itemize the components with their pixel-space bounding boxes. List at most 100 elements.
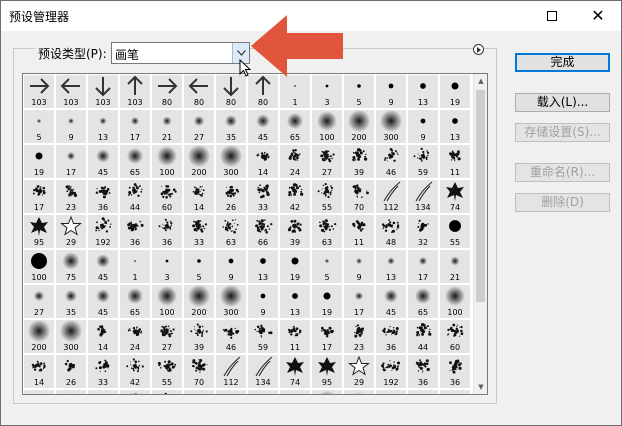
brush-preset-cell[interactable]: 45 xyxy=(88,250,118,283)
brush-preset-cell[interactable]: 13 xyxy=(248,250,278,283)
brush-preset-cell[interactable]: 112 xyxy=(216,355,246,388)
brush-preset-cell[interactable]: 9 xyxy=(248,285,278,318)
brush-preset-cell[interactable]: 11 xyxy=(184,390,214,394)
brush-preset-cell[interactable]: 65 xyxy=(408,285,438,318)
brush-preset-cell[interactable]: 36 xyxy=(88,180,118,213)
brush-preset-cell[interactable]: 11 xyxy=(280,320,310,353)
brush-preset-cell[interactable]: 1 xyxy=(120,250,150,283)
brush-preset-cell[interactable]: 74 xyxy=(280,355,310,388)
brush-preset-cell[interactable]: 3 xyxy=(312,75,342,108)
brush-preset-cell[interactable]: 21 xyxy=(440,250,470,283)
brush-preset-cell[interactable]: 17 xyxy=(312,320,342,353)
brush-preset-cell[interactable]: 63 xyxy=(312,215,342,248)
brush-preset-cell[interactable]: 100 xyxy=(440,285,470,318)
brush-preset-cell[interactable]: 112 xyxy=(376,180,406,213)
vertical-scrollbar[interactable]: ▲ ▼ xyxy=(473,74,487,394)
brush-preset-cell[interactable]: 200 xyxy=(184,285,214,318)
brush-preset-cell[interactable]: 59 xyxy=(248,320,278,353)
brush-preset-cell[interactable]: 95 xyxy=(24,215,54,248)
rename-button[interactable]: 重命名(R)... xyxy=(515,163,610,182)
brush-preset-cell[interactable]: 14 xyxy=(184,180,214,213)
brush-preset-cell[interactable]: 19 xyxy=(24,145,54,178)
brush-preset-cell[interactable]: 39 xyxy=(184,320,214,353)
brush-preset-cell[interactable]: 80 xyxy=(216,75,246,108)
brush-preset-cell[interactable]: 300 xyxy=(216,145,246,178)
brush-preset-cell[interactable]: 17 xyxy=(344,285,374,318)
brush-preset-cell[interactable]: 95 xyxy=(312,355,342,388)
brush-preset-cell[interactable]: 103 xyxy=(24,75,54,108)
brush-preset-cell[interactable]: 5 xyxy=(344,75,374,108)
brush-preset-cell[interactable]: 103 xyxy=(120,75,150,108)
brush-preset-cell[interactable]: 32 xyxy=(408,215,438,248)
brush-preset-cell[interactable]: 134 xyxy=(408,180,438,213)
brush-preset-cell[interactable]: 44 xyxy=(408,320,438,353)
brush-preset-cell[interactable]: 1 xyxy=(408,390,438,394)
brush-preset-cell[interactable]: 33 xyxy=(184,215,214,248)
brush-preset-cell[interactable]: 39 xyxy=(120,390,150,394)
preset-type-dropdown[interactable]: 画笔 xyxy=(111,42,250,64)
done-button[interactable]: 完成 xyxy=(515,53,610,72)
brush-preset-cell[interactable]: 27 xyxy=(184,110,214,143)
brush-preset-cell[interactable]: 55 xyxy=(312,180,342,213)
brush-preset-cell[interactable]: 14 xyxy=(248,145,278,178)
brush-preset-cell[interactable]: 300 xyxy=(216,285,246,318)
brush-preset-cell[interactable]: 70 xyxy=(184,355,214,388)
brush-preset-cell[interactable]: 3 xyxy=(440,390,470,394)
brush-preset-cell[interactable]: 45 xyxy=(376,285,406,318)
save-set-button[interactable]: 存储设置(S)... xyxy=(515,123,610,142)
brush-preset-cell[interactable]: 200 xyxy=(344,110,374,143)
brush-preset-cell[interactable]: 103 xyxy=(88,75,118,108)
brush-preset-cell[interactable]: 9 xyxy=(376,75,406,108)
brush-preset-cell[interactable]: 55 xyxy=(280,390,310,394)
brush-preset-cell[interactable]: 33 xyxy=(248,180,278,213)
brush-preset-cell[interactable]: 5 xyxy=(184,250,214,283)
brush-preset-cell[interactable]: 5 xyxy=(24,110,54,143)
brush-preset-cell[interactable]: 100 xyxy=(152,145,182,178)
brush-preset-cell[interactable]: 70 xyxy=(344,180,374,213)
brush-preset-cell[interactable]: 103 xyxy=(56,75,86,108)
brush-preset-cell[interactable]: 11 xyxy=(344,215,374,248)
brush-preset-cell[interactable]: 100 xyxy=(152,285,182,318)
brush-preset-cell[interactable]: 192 xyxy=(376,355,406,388)
brush-preset-cell[interactable]: 80 xyxy=(152,75,182,108)
brush-preset-cell[interactable]: 13 xyxy=(376,250,406,283)
brush-preset-cell[interactable]: 134 xyxy=(248,355,278,388)
brush-preset-cell[interactable]: 26 xyxy=(56,355,86,388)
brush-preset-cell[interactable]: 17 xyxy=(24,180,54,213)
brush-preset-cell[interactable]: 17 xyxy=(408,250,438,283)
brush-preset-cell[interactable]: 63 xyxy=(152,390,182,394)
brush-preset-cell[interactable]: 55 xyxy=(152,355,182,388)
brush-preset-cell[interactable]: 200 xyxy=(24,320,54,353)
brush-preset-cell[interactable]: 23 xyxy=(56,180,86,213)
brush-preset-cell[interactable]: 100 xyxy=(312,390,342,394)
maximize-button[interactable] xyxy=(529,1,575,31)
brush-preset-cell[interactable]: 26 xyxy=(216,180,246,213)
brush-preset-cell[interactable]: 19 xyxy=(440,75,470,108)
brush-preset-cell[interactable]: 300 xyxy=(56,320,86,353)
brush-preset-cell[interactable]: 13 xyxy=(280,285,310,318)
brush-preset-cell[interactable]: 29 xyxy=(344,355,374,388)
brush-preset-cell[interactable]: 14 xyxy=(88,320,118,353)
brush-preset-cell[interactable]: 17 xyxy=(56,145,86,178)
brush-preset-cell[interactable]: 80 xyxy=(248,75,278,108)
brush-preset-cell[interactable]: 75 xyxy=(56,250,86,283)
panel-menu-icon[interactable] xyxy=(473,44,484,55)
brush-preset-cell[interactable]: 33 xyxy=(88,355,118,388)
brush-preset-cell[interactable]: 66 xyxy=(88,390,118,394)
brush-preset-cell[interactable]: 9 xyxy=(344,250,374,283)
brush-preset-cell[interactable]: 36 xyxy=(376,320,406,353)
brush-preset-cell[interactable]: 29 xyxy=(56,215,86,248)
load-button[interactable]: 载入(L)... xyxy=(515,93,610,112)
brush-preset-cell[interactable]: 45 xyxy=(248,110,278,143)
brush-preset-cell[interactable]: 24 xyxy=(120,320,150,353)
brush-preset-cell[interactable]: 9 xyxy=(216,250,246,283)
brush-preset-cell[interactable]: 48 xyxy=(376,215,406,248)
brush-preset-cell[interactable]: 36 xyxy=(440,355,470,388)
brush-preset-cell[interactable]: 27 xyxy=(312,145,342,178)
close-button[interactable]: ✕ xyxy=(575,1,621,31)
delete-button[interactable]: 删除(D) xyxy=(515,193,610,212)
brush-preset-cell[interactable]: 17 xyxy=(120,110,150,143)
brush-preset-cell[interactable]: 23 xyxy=(344,320,374,353)
brush-preset-cell[interactable]: 14 xyxy=(24,355,54,388)
brush-preset-cell[interactable]: 65 xyxy=(280,110,310,143)
